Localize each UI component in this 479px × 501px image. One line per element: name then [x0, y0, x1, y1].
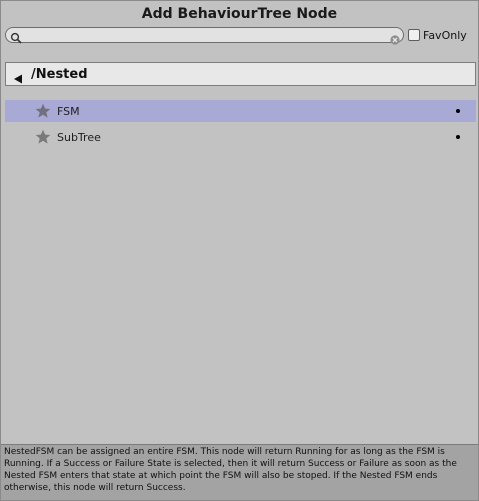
add-node-window: Add BehaviourTree Node FavOnly /Nested F… [0, 0, 479, 501]
search-input[interactable] [24, 28, 374, 42]
list-item-fsm[interactable]: FSM [5, 100, 476, 122]
clear-icon[interactable] [390, 30, 400, 45]
window-title: Add BehaviourTree Node [141, 6, 338, 22]
list-item-subtree[interactable]: SubTree [5, 126, 476, 148]
search-bar[interactable] [5, 27, 404, 45]
fav-only-checkbox[interactable] [408, 29, 420, 41]
fav-only-label: FavOnly [423, 28, 467, 42]
item-dot [456, 109, 460, 113]
item-label: SubTree [57, 130, 101, 144]
item-dot [456, 135, 460, 139]
category-header[interactable]: /Nested [5, 62, 476, 86]
back-arrow-icon[interactable] [13, 69, 23, 84]
fav-only-toggle[interactable]: FavOnly [408, 27, 467, 43]
category-title: /Nested [31, 66, 88, 82]
node-list: FSM SubTree [5, 100, 476, 152]
node-description: NestedFSM can be assigned an entire FSM.… [1, 444, 478, 500]
star-icon[interactable] [35, 103, 51, 119]
star-icon[interactable] [35, 129, 51, 145]
search-icon [10, 29, 22, 44]
item-label: FSM [57, 104, 80, 118]
